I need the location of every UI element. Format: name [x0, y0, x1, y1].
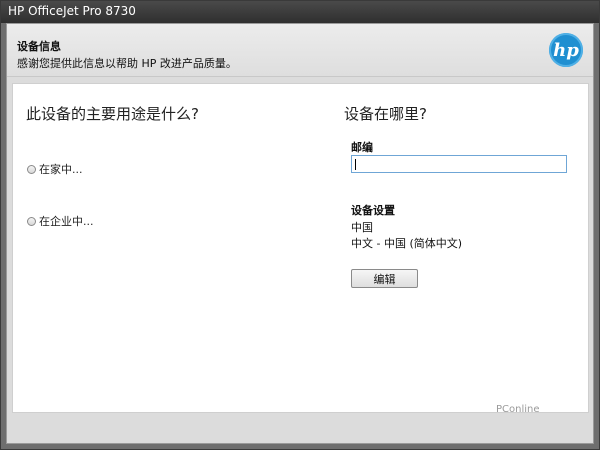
radio-option-home[interactable]: 在家中...: [27, 161, 83, 177]
language-value: 中文 - 中国 (简体中文): [351, 237, 463, 250]
window-title: HP OfficeJet Pro 8730: [8, 4, 136, 18]
zip-label: 邮编: [351, 141, 373, 154]
app-window: HP OfficeJet Pro 8730 设备信息 感谢您提供此信息以帮助 H…: [0, 0, 600, 450]
radio-icon: [27, 216, 36, 226]
country-value: 中国: [351, 221, 373, 234]
zip-field[interactable]: [351, 155, 578, 173]
title-bar: HP OfficeJet Pro 8730: [1, 1, 599, 23]
radio-label-home: 在家中...: [39, 163, 83, 176]
header-banner: 设备信息 感谢您提供此信息以帮助 HP 改进产品质量。 hp: [7, 24, 593, 77]
zip-input[interactable]: [352, 156, 578, 172]
header-title: 设备信息: [17, 40, 61, 53]
edit-button[interactable]: 编辑: [351, 269, 418, 288]
settings-label: 设备设置: [351, 204, 395, 217]
content-panel: 此设备的主要用途是什么? 在家中... 在企业中... 设备在哪里? 邮编 设备…: [12, 83, 589, 413]
header-subtitle: 感谢您提供此信息以帮助 HP 改进产品质量。: [17, 57, 237, 70]
watermark-text: PConline: [496, 404, 540, 415]
location-question: 设备在哪里?: [344, 105, 427, 123]
usage-question: 此设备的主要用途是什么?: [26, 105, 199, 123]
hp-logo-icon: hp: [549, 33, 583, 67]
radio-label-business: 在企业中...: [39, 215, 94, 228]
radio-option-business[interactable]: 在企业中...: [27, 213, 94, 229]
dialog-frame: 设备信息 感谢您提供此信息以帮助 HP 改进产品质量。 hp 此设备的主要用途是…: [6, 23, 594, 444]
radio-icon: [27, 164, 36, 174]
